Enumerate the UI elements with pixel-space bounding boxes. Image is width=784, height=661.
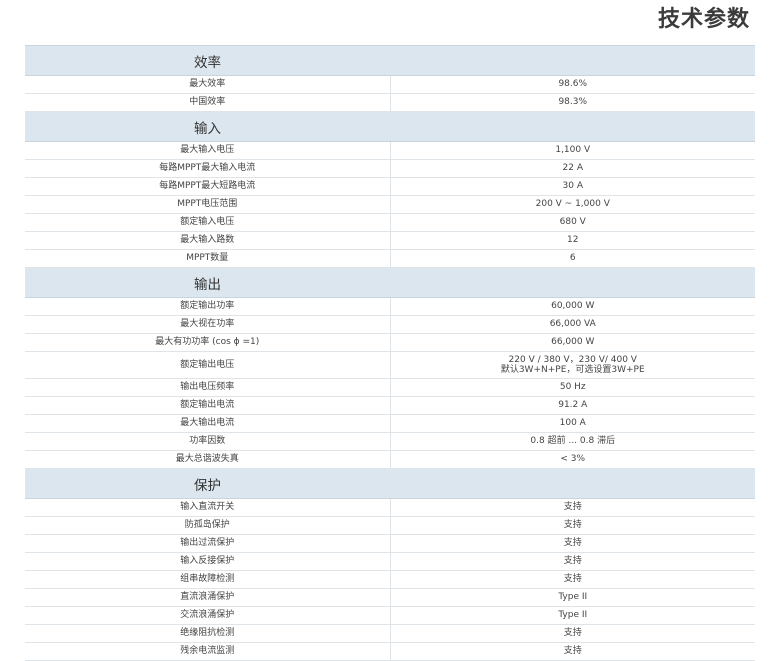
param-value: < 3% <box>390 450 755 469</box>
spec-table: 效率 最大效率 98.6% 中国效率 98.3% 输入 最大输入电压 1,100 V 每路MPP… <box>25 45 755 661</box>
param-value: 22 A <box>390 159 755 178</box>
param-name: 残余电流监测 <box>25 642 391 661</box>
param-name: 输入反接保护 <box>25 552 391 571</box>
table-row: 输出过流保护 支持 <box>25 534 755 553</box>
param-name: 额定输出功率 <box>25 297 391 316</box>
param-value: Type II <box>390 588 755 607</box>
table-row: 输入反接保护 支持 <box>25 552 755 571</box>
param-value: 支持 <box>390 534 755 553</box>
param-name: 最大输入路数 <box>25 231 391 250</box>
section-label: 输入 <box>194 120 221 137</box>
param-name: MPPT电压范围 <box>25 195 391 214</box>
param-name: 直流浪涌保护 <box>25 588 391 607</box>
param-name: 组串故障检测 <box>25 570 391 589</box>
param-name: 每路MPPT最大短路电流 <box>25 177 391 196</box>
table-row: 输入直流开关 支持 <box>25 498 755 517</box>
table-row: 最大视在功率 66,000 VA <box>25 315 755 334</box>
table-row: 额定输入电压 680 V <box>25 213 755 232</box>
table-row: 额定输出电流 91.2 A <box>25 396 755 415</box>
param-value: Type II <box>390 606 755 625</box>
param-name: 中国效率 <box>25 93 391 112</box>
section-label: 效率 <box>194 54 221 71</box>
table-row: 防孤岛保护 支持 <box>25 516 755 535</box>
param-value: 66,000 W <box>390 333 755 352</box>
table-row: 最大效率 98.6% <box>25 75 755 94</box>
param-value: 6 <box>390 249 755 268</box>
table-row: 组串故障检测 支持 <box>25 570 755 589</box>
table-row: 交流浪涌保护 Type II <box>25 606 755 625</box>
param-name: 防孤岛保护 <box>25 516 391 535</box>
param-name: 额定输入电压 <box>25 213 391 232</box>
table-row: 每路MPPT最大输入电流 22 A <box>25 159 755 178</box>
param-value: 支持 <box>390 642 755 661</box>
table-row: 最大总谐波失真 < 3% <box>25 450 755 469</box>
table-row: 直流浪涌保护 Type II <box>25 588 755 607</box>
param-value: 98.3% <box>390 93 755 112</box>
param-value: 支持 <box>390 516 755 535</box>
table-row: 残余电流监测 支持 <box>25 642 755 661</box>
param-value: 支持 <box>390 570 755 589</box>
section-header: 效率 <box>25 45 755 76</box>
table-row: 额定输出电压 220 V / 380 V，230 V/ 400 V 默认3W+N+P… <box>25 351 755 379</box>
page-title: 技术参数 <box>657 7 750 32</box>
param-value: 100 A <box>390 414 755 433</box>
param-name: MPPT数量 <box>25 249 391 268</box>
param-name: 最大效率 <box>25 75 391 94</box>
section-header: 输入 <box>25 111 755 142</box>
param-value: 支持 <box>390 552 755 571</box>
param-value: 60,000 W <box>390 297 755 316</box>
param-name: 输出过流保护 <box>25 534 391 553</box>
param-value: 98.6% <box>390 75 755 94</box>
param-name: 最大总谐波失真 <box>25 450 391 469</box>
param-value: 50 Hz <box>390 378 755 397</box>
param-name: 输出电压频率 <box>25 378 391 397</box>
table-row: 最大输入电压 1,100 V <box>25 141 755 160</box>
table-row: 功率因数 0.8 超前 ... 0.8 滞后 <box>25 432 755 451</box>
param-value: 30 A <box>390 177 755 196</box>
param-name: 每路MPPT最大输入电流 <box>25 159 391 178</box>
section-label: 输出 <box>194 276 221 293</box>
param-value: 1,100 V <box>390 141 755 160</box>
table-row: 绝缘阻抗检测 支持 <box>25 624 755 643</box>
table-row: 额定输出功率 60,000 W <box>25 297 755 316</box>
table-row: 中国效率 98.3% <box>25 93 755 112</box>
param-value-line: 220 V / 380 V，230 V/ 400 V <box>508 355 637 365</box>
param-value: 12 <box>390 231 755 250</box>
param-name: 额定输出电流 <box>25 396 391 415</box>
param-name: 输入直流开关 <box>25 498 391 517</box>
param-name: 最大视在功率 <box>25 315 391 334</box>
param-name: 最大输出电流 <box>25 414 391 433</box>
section-label: 保护 <box>194 477 221 494</box>
param-value: 91.2 A <box>390 396 755 415</box>
table-row: 最大输入路数 12 <box>25 231 755 250</box>
param-name: 最大有功功率 (cos ϕ =1) <box>25 333 391 352</box>
section-header: 输出 <box>25 267 755 298</box>
param-value: 220 V / 380 V，230 V/ 400 V 默认3W+N+PE，可选设置… <box>390 351 755 379</box>
table-row: 最大有功功率 (cos ϕ =1) 66,000 W <box>25 333 755 352</box>
param-name: 绝缘阻抗检测 <box>25 624 391 643</box>
table-row: MPPT数量 6 <box>25 249 755 268</box>
table-row: 每路MPPT最大短路电流 30 A <box>25 177 755 196</box>
table-row: 最大输出电流 100 A <box>25 414 755 433</box>
table-row: MPPT电压范围 200 V ~ 1,000 V <box>25 195 755 214</box>
param-name: 额定输出电压 <box>25 351 391 379</box>
param-value: 66,000 VA <box>390 315 755 334</box>
param-value-line: 默认3W+N+PE，可选设置3W+PE <box>500 365 645 375</box>
param-value: 680 V <box>390 213 755 232</box>
section-header: 保护 <box>25 468 755 499</box>
param-name: 交流浪涌保护 <box>25 606 391 625</box>
param-value: 支持 <box>390 624 755 643</box>
param-name: 最大输入电压 <box>25 141 391 160</box>
table-row: 输出电压频率 50 Hz <box>25 378 755 397</box>
param-value: 200 V ~ 1,000 V <box>390 195 755 214</box>
param-value: 0.8 超前 ... 0.8 滞后 <box>390 432 755 451</box>
param-name: 功率因数 <box>25 432 391 451</box>
param-value: 支持 <box>390 498 755 517</box>
